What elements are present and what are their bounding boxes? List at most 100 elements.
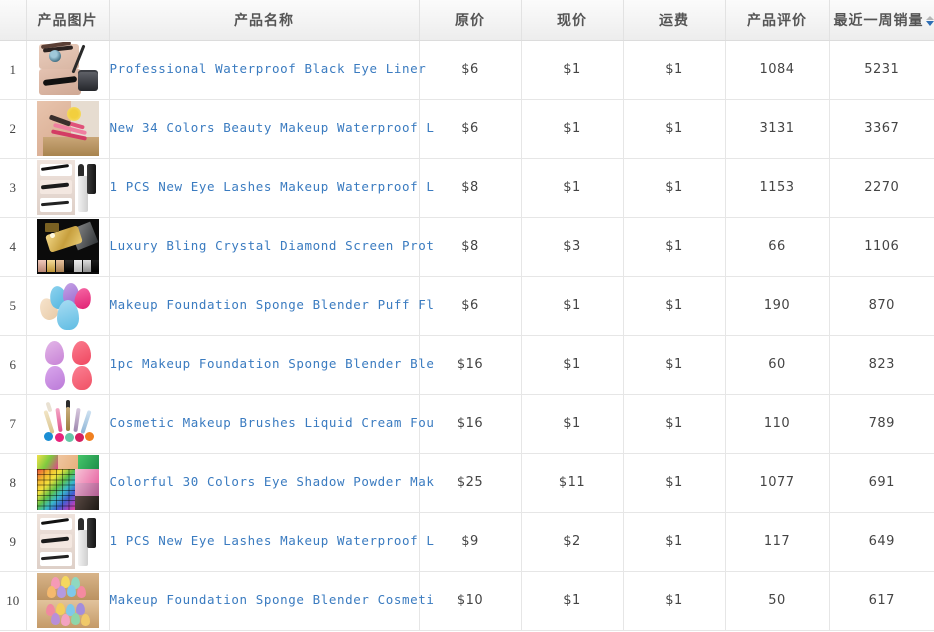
thumb-part — [42, 137, 99, 156]
product-image-cell[interactable] — [26, 335, 110, 395]
table-row[interactable]: 7 Cosmetic Makeup Brushes Liquid Cream F… — [0, 394, 934, 454]
product-rating: 117 — [725, 512, 830, 572]
product-name-link[interactable]: Luxury Bling Crystal Diamond Screen Prot — [110, 238, 435, 253]
thumb-part — [79, 409, 92, 435]
thumb-part — [77, 72, 98, 91]
product-name-link[interactable]: Cosmetic Makeup Brushes Liquid Cream Fou — [110, 415, 435, 430]
product-name-cell[interactable]: 1 PCS New Eye Lashes Makeup Waterproof L — [109, 158, 434, 218]
gold-screen-protector-thumbnail[interactable] — [36, 219, 99, 274]
column-header-shipping-fee[interactable]: 运费 — [623, 0, 726, 41]
eyeliner-thumbnail[interactable] — [36, 42, 99, 97]
column-header-weekly-sales[interactable]: 最近一周销量 — [829, 0, 934, 41]
thumb-part — [74, 483, 99, 496]
thumb-part — [36, 455, 58, 469]
product-name-cell[interactable]: Professional Waterproof Black Eye Liner — [109, 40, 426, 100]
current-price: $1 — [521, 99, 624, 159]
shipping-fee: $1 — [623, 394, 726, 454]
product-name-link[interactable]: New 34 Colors Beauty Makeup Waterproof L — [110, 120, 435, 135]
mascara-eyelashes-thumbnail[interactable] — [36, 514, 99, 569]
sponge-blender-group-thumbnail[interactable] — [36, 278, 99, 333]
weekly-sales: 3367 — [829, 99, 934, 159]
table-header: 产品图片 产品名称 原价 现价 运费 产品评价 最近一周销量 — [0, 0, 934, 41]
product-name-cell[interactable]: Cosmetic Makeup Brushes Liquid Cream Fou — [109, 394, 434, 454]
weekly-sales: 649 — [829, 512, 934, 572]
thumb-part — [42, 409, 55, 435]
thumb-part — [70, 613, 80, 625]
weekly-sales: 691 — [829, 453, 934, 513]
product-image-cell[interactable] — [26, 40, 110, 100]
thumb-part — [91, 260, 99, 272]
product-name-link[interactable]: 1 PCS New Eye Lashes Makeup Waterproof L — [110, 533, 435, 548]
product-name-link[interactable]: Makeup Foundation Sponge Blender Cosmeti — [110, 592, 435, 607]
column-header-product-rating[interactable]: 产品评价 — [725, 0, 830, 41]
table-row[interactable]: 9 1 PCS New Eye Lashes Makeup Waterproof… — [0, 512, 934, 572]
makeup-brushes-flower-thumbnail[interactable] — [36, 101, 99, 156]
row-index: 2 — [0, 99, 27, 159]
sort-descending-icon[interactable] — [926, 14, 934, 28]
product-name-cell[interactable]: Makeup Foundation Sponge Blender Cosmeti — [109, 571, 434, 631]
product-image-cell[interactable] — [26, 276, 110, 336]
column-header-original-price[interactable]: 原价 — [419, 0, 522, 41]
weekly-sales: 617 — [829, 571, 934, 631]
thumb-part — [55, 260, 64, 272]
product-name-cell[interactable]: Colorful 30 Colors Eye Shadow Powder Mak — [109, 453, 434, 513]
product-image-cell[interactable] — [26, 512, 110, 572]
sort-descending-triangle-icon — [926, 20, 934, 26]
product-name-cell[interactable]: Luxury Bling Crystal Diamond Screen Prot — [109, 217, 434, 277]
thumb-part — [72, 407, 81, 433]
thumb-part — [56, 586, 66, 598]
mascara-eyelashes-thumbnail[interactable] — [36, 160, 99, 215]
shipping-fee: $1 — [623, 276, 726, 336]
cosmetic-brushes-thumbnail[interactable] — [36, 396, 99, 451]
product-rating: 1077 — [725, 453, 830, 513]
product-rating: 50 — [725, 571, 830, 631]
shipping-fee: $1 — [623, 453, 726, 513]
row-index: 9 — [0, 512, 27, 572]
thumb-part — [86, 164, 96, 194]
product-name-link[interactable]: Colorful 30 Colors Eye Shadow Powder Mak — [110, 474, 435, 489]
current-price: $1 — [521, 394, 624, 454]
table-row[interactable]: 4 Luxury Bling Crystal Diamond Screen Pr… — [0, 217, 934, 277]
thumb-part — [60, 614, 70, 626]
column-header-product-image[interactable]: 产品图片 — [26, 0, 110, 41]
product-name-cell[interactable]: Makeup Foundation Sponge Blender Puff Fl — [109, 276, 434, 336]
product-rating: 3131 — [725, 99, 830, 159]
eyeshadow-palette-thumbnail[interactable] — [36, 455, 99, 510]
column-header-current-price[interactable]: 现价 — [521, 0, 624, 41]
table-row[interactable]: 5 Makeup Foundation Sponge Blender Puff … — [0, 276, 934, 336]
table-row[interactable]: 10 Makeup Foundation Sponge Blender Cosm… — [0, 571, 934, 631]
product-image-cell[interactable] — [26, 453, 110, 513]
thumb-part — [66, 585, 76, 597]
product-image-cell[interactable] — [26, 217, 110, 277]
product-image-cell[interactable] — [26, 571, 110, 631]
column-header-index[interactable] — [0, 0, 27, 41]
current-price: $1 — [521, 40, 624, 100]
thumb-part — [46, 260, 55, 272]
product-name-link[interactable]: 1 PCS New Eye Lashes Makeup Waterproof L — [110, 179, 435, 194]
product-image-cell[interactable] — [26, 158, 110, 218]
table-row[interactable]: 2 New 34 Colors Beauty Makeup Waterproof… — [0, 99, 934, 159]
wood-sponges-thumbnail[interactable] — [36, 573, 99, 628]
thumb-part — [36, 469, 75, 510]
product-name-link[interactable]: 1pc Makeup Foundation Sponge Blender Ble — [110, 356, 435, 371]
four-sponge-blenders-thumbnail[interactable] — [36, 337, 99, 392]
product-image-cell[interactable] — [26, 394, 110, 454]
column-header-product-name[interactable]: 产品名称 — [109, 0, 420, 41]
table-row[interactable]: 1 Professional Waterproof Black Eye Line… — [0, 40, 934, 100]
table-row[interactable]: 6 1pc Makeup Foundation Sponge Blender B… — [0, 335, 934, 395]
thumb-part — [54, 433, 64, 442]
thumb-part — [44, 223, 59, 232]
thumb-part — [54, 407, 63, 433]
column-header-weekly-sales-label: 最近一周销量 — [833, 11, 924, 28]
product-name-cell[interactable]: 1 PCS New Eye Lashes Makeup Waterproof L — [109, 512, 434, 572]
product-name-cell[interactable]: New 34 Colors Beauty Makeup Waterproof L — [109, 99, 434, 159]
product-image-cell[interactable] — [26, 99, 110, 159]
product-name-link[interactable]: Professional Waterproof Black Eye Liner — [110, 61, 427, 76]
product-name-link[interactable]: Makeup Foundation Sponge Blender Puff Fl — [110, 297, 435, 312]
table-row[interactable]: 8 Colorful 30 Colors Eye Shadow Powder M… — [0, 453, 934, 513]
product-name-cell[interactable]: 1pc Makeup Foundation Sponge Blender Ble — [109, 335, 434, 395]
thumb-part — [82, 260, 91, 272]
table-row[interactable]: 3 1 PCS New Eye Lashes Makeup Waterproof… — [0, 158, 934, 218]
thumb-part — [71, 366, 92, 390]
row-index: 1 — [0, 40, 27, 100]
